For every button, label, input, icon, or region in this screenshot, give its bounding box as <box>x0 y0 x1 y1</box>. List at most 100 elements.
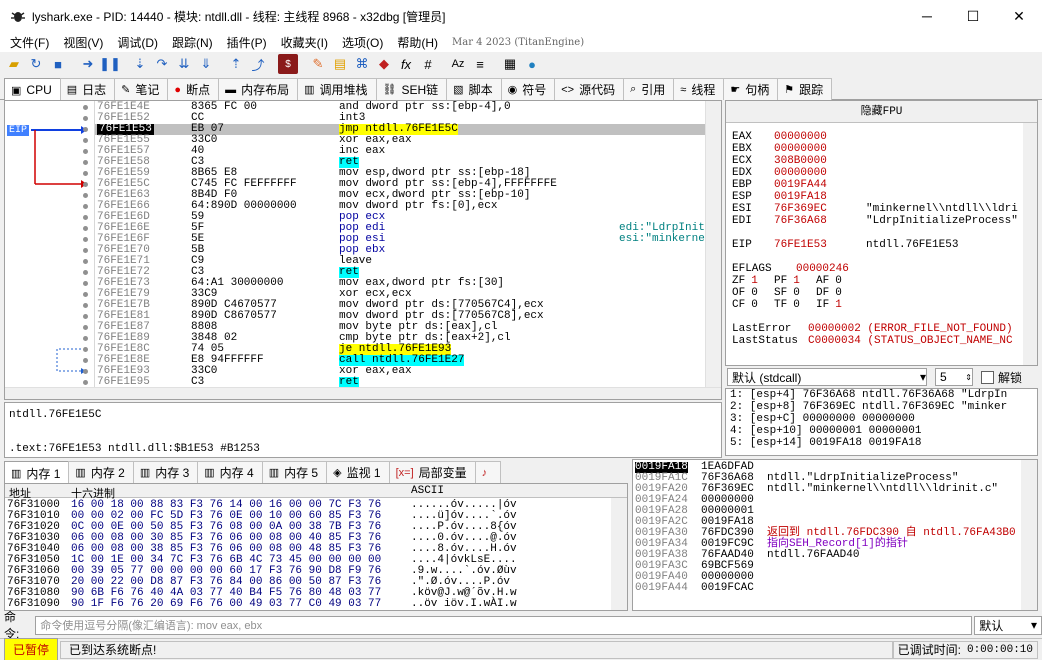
stack-row[interactable]: 0019FA3C 69BCF569 <box>633 561 1023 572</box>
calling-convention-select[interactable]: 默认 (stdcall) ▾ <box>727 368 927 386</box>
breakpoint-dot[interactable] <box>83 204 88 209</box>
flag-af[interactable]: AF 0 <box>816 275 842 287</box>
tab-locals[interactable]: [x=] 局部变量 <box>388 461 476 483</box>
tab-dump-3[interactable]: ▥ 内存 3 <box>132 461 199 483</box>
stack-row[interactable]: 0019FA38 76FAAD40 ntdll.76FAAD40 <box>633 550 1023 561</box>
execute-till-return-icon[interactable]: ⇡ <box>226 54 246 74</box>
breakpoint-dot[interactable] <box>83 149 88 154</box>
tab-watch-1[interactable]: ◈ 监视 1 <box>326 461 390 483</box>
step-into-icon[interactable]: ⇣ <box>130 54 150 74</box>
disasm-row[interactable]: 76FE1E6F 5E pop esi esi:"minkerne <box>95 234 705 245</box>
flag-cf[interactable]: CF 0 <box>732 299 758 311</box>
stack-row[interactable]: 0019FA24 00000000 <box>633 495 1023 506</box>
calculator-icon[interactable]: ▦ <box>500 54 520 74</box>
bookmarks-icon[interactable]: ◆ <box>374 54 394 74</box>
breakpoint-dot[interactable] <box>83 116 88 121</box>
register-value[interactable]: 00000000 <box>774 167 827 179</box>
tab-call-stack[interactable]: ▥ 调用堆栈 <box>297 78 377 100</box>
script-icon[interactable]: $ <box>278 54 298 74</box>
restart-icon[interactable]: ↻ <box>26 54 46 74</box>
disasm-row[interactable]: 76FE1E57 40 inc eax <box>95 146 705 157</box>
disasm-row[interactable]: 76FE1E66 64:890D 00000000 mov dword ptr fs… <box>95 201 705 212</box>
breakpoint-dot[interactable] <box>83 347 88 352</box>
flag-of[interactable]: OF 0 <box>732 287 758 299</box>
tab-dump-2[interactable]: ▥ 内存 2 <box>68 461 134 483</box>
breakpoint-dot[interactable] <box>83 226 88 231</box>
tab-threads[interactable]: ≈ 线程 <box>673 78 725 100</box>
register-value[interactable]: 0019FA18 <box>774 191 827 203</box>
minimize-button[interactable]: ─ <box>904 0 950 32</box>
disasm-row[interactable]: 76FE1E70 5B pop ebx <box>95 245 705 256</box>
tab-log[interactable]: ▤ 日志 <box>59 78 116 100</box>
tab-references[interactable]: ⌕ 引用 <box>623 78 675 100</box>
patch-icon[interactable]: ✎ <box>308 54 328 74</box>
register-value[interactable]: 00000000 <box>774 131 827 143</box>
command-mode-select[interactable]: 默认 ▾ <box>974 615 1042 635</box>
tab-notes[interactable]: ✎ 笔记 <box>114 78 169 100</box>
breakpoint-dot[interactable] <box>83 380 88 385</box>
register-value[interactable]: 308B0000 <box>774 155 827 167</box>
breakpoint-dot[interactable] <box>83 215 88 220</box>
menu-help[interactable]: 帮助(H) <box>391 34 446 51</box>
breakpoint-dot[interactable] <box>83 292 88 297</box>
stack-scrollbar[interactable] <box>1021 460 1037 610</box>
command-input[interactable]: 命令使用逗号分隔(像汇编语言): mov eax, ebx <box>35 615 973 635</box>
labels-icon[interactable]: ⌘ <box>352 54 372 74</box>
disasm-row[interactable]: 76FE1E93 33C0 xor eax,eax <box>95 366 705 377</box>
menu-favourites[interactable]: 收藏夹(I) <box>275 34 336 51</box>
registers-view[interactable]: 隐藏FPU EAX 00000000 EBX 00000000 ECX 308B0000 E… <box>725 100 1038 366</box>
stack-view[interactable]: 0019FA18 1EA6DFAD 0019FA1C 76F36A68 ntdll."L… <box>632 459 1038 611</box>
disassembly-view[interactable]: EIP 76FE1E4E 8365 FC 00 and dword ptr ss:[… <box>4 100 722 400</box>
flag-pf[interactable]: PF 1 <box>774 275 800 287</box>
menu-plugins[interactable]: 插件(P) <box>221 34 275 51</box>
tab-script[interactable]: ▧ 脚本 <box>446 78 502 100</box>
stack-row[interactable]: 0019FA44 0019FCAC <box>633 583 1023 594</box>
hide-fpu-button[interactable]: 隐藏FPU <box>726 101 1037 123</box>
breakpoint-dot[interactable] <box>83 193 88 198</box>
flag-df[interactable]: DF 0 <box>816 287 842 299</box>
tab-dump-4[interactable]: ▥ 内存 4 <box>197 461 263 483</box>
register-value[interactable]: 0019FA44 <box>774 179 827 191</box>
breakpoint-dot[interactable] <box>83 325 88 330</box>
disasm-row[interactable]: 76FE1E55 33C0 xor eax,eax <box>95 135 705 146</box>
menu-debug[interactable]: 调试(D) <box>111 34 166 51</box>
tab-seh[interactable]: ⛓ SEH链 <box>375 78 448 100</box>
flag-zf[interactable]: ZF 1 <box>732 275 758 287</box>
run-icon[interactable]: ➜ <box>78 54 98 74</box>
unlock-checkbox[interactable] <box>981 370 994 384</box>
breakpoint-dot[interactable] <box>83 171 88 176</box>
register-value[interactable]: 00000246 <box>796 263 849 275</box>
disasm-row[interactable]: 76FE1E6E 5F pop edi edi:"LdrpInit <box>95 223 705 234</box>
tab-source[interactable]: <> 源代码 <box>554 78 625 100</box>
breakpoint-dot[interactable] <box>83 259 88 264</box>
arguments-view[interactable]: 1: [esp+4] 76F36A68 ntdll.76F36A68 "Ldrp… <box>725 388 1038 456</box>
breakpoint-dot[interactable] <box>83 336 88 341</box>
flag-sf[interactable]: SF 0 <box>774 287 800 299</box>
hex-dump-view[interactable]: 地址 十六进制 ASCII 76F31000 16 00 18 00 88 83 … <box>4 483 628 611</box>
stack-row[interactable]: 0019FA40 00000000 <box>633 572 1023 583</box>
stack-row[interactable]: 0019FA28 00000001 <box>633 506 1023 517</box>
stop-icon[interactable]: ■ <box>48 54 68 74</box>
breakpoint-dot[interactable] <box>83 127 88 132</box>
tab-dump-1[interactable]: ▥ 内存 1 <box>4 461 70 484</box>
menu-file[interactable]: 文件(F) <box>4 34 57 51</box>
flag-if[interactable]: IF 1 <box>816 299 842 311</box>
pause-icon[interactable]: ❚❚ <box>99 54 121 74</box>
disasm-row[interactable]: 76FE1E6D 59 pop ecx <box>95 212 705 223</box>
registers-scrollbar[interactable] <box>1023 123 1037 365</box>
step-over-icon[interactable]: ↷ <box>152 54 172 74</box>
breakpoint-dot[interactable] <box>83 281 88 286</box>
maximize-button[interactable]: ☐ <box>950 0 996 32</box>
register-value[interactable]: 00000000 <box>774 143 827 155</box>
disasm-row[interactable]: 76FE1E71 C9 leave <box>95 256 705 267</box>
menu-trace[interactable]: 跟踪(N) <box>166 34 221 51</box>
register-value[interactable]: 76FE1E53 <box>774 239 827 251</box>
breakpoint-dot[interactable] <box>83 314 88 319</box>
tab-struct[interactable]: ♪ <box>474 461 502 483</box>
run-to-user-code-icon[interactable]: ⤴ <box>248 54 268 74</box>
tab-breakpoints[interactable]: ● 断点 <box>167 78 220 100</box>
dump-row[interactable]: 76F31090 90 1F F6 76 20 69 F6 76 00 49 03… <box>5 599 611 610</box>
breakpoint-dot[interactable] <box>83 105 88 110</box>
register-value[interactable]: C0000034 (STATUS_OBJECT_NAME_NC <box>808 335 1013 347</box>
tab-memory-map[interactable]: ▬ 内存布局 <box>218 78 299 100</box>
